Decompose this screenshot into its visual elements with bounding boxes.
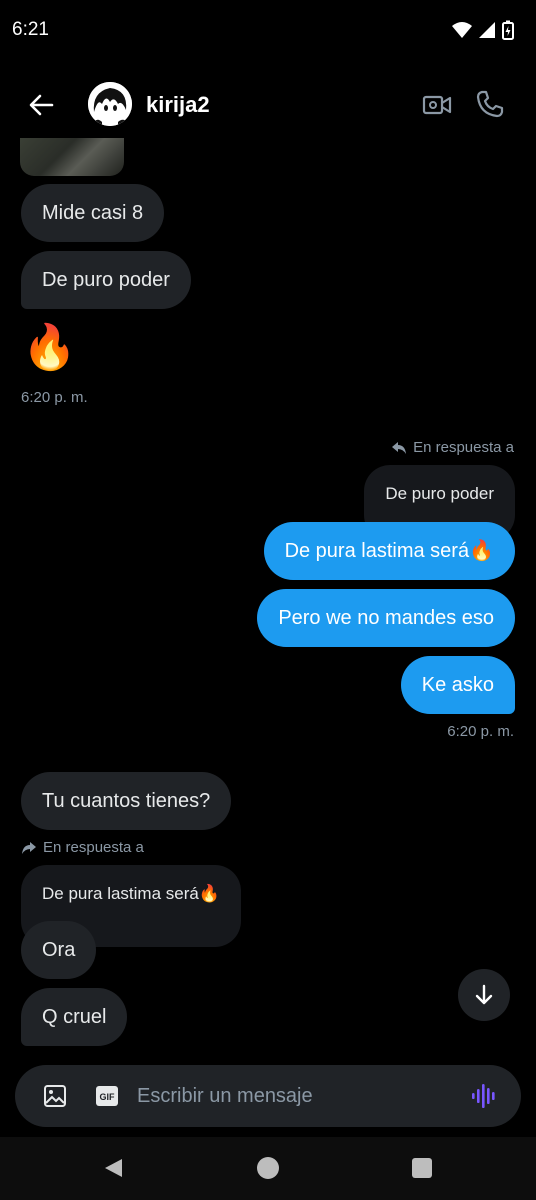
reply-arrow-icon xyxy=(22,841,36,854)
incoming-message[interactable]: Ora xyxy=(21,921,97,979)
incoming-message[interactable]: Tu cuantos tienes? xyxy=(21,772,232,830)
gif-icon[interactable]: GIF xyxy=(95,1084,119,1108)
back-arrow-icon[interactable] xyxy=(26,90,56,120)
signal-icon xyxy=(479,22,495,38)
phone-icon[interactable] xyxy=(474,88,506,120)
nav-back-icon[interactable] xyxy=(102,1157,124,1179)
incoming-message[interactable]: Q cruel xyxy=(21,988,128,1046)
outgoing-message[interactable]: Pero we no mandes eso xyxy=(257,589,515,647)
fire-emoji-message[interactable]: 🔥 xyxy=(22,323,77,373)
message-composer: GIF xyxy=(15,1065,521,1127)
reply-label: En respuesta a xyxy=(391,439,514,456)
message-timestamp: 6:20 p. m. xyxy=(21,389,88,406)
scroll-to-bottom-button[interactable] xyxy=(458,969,510,1021)
wifi-icon xyxy=(452,22,472,38)
avatar[interactable] xyxy=(88,82,132,126)
image-message-thumbnail[interactable] xyxy=(20,138,124,176)
reply-label-text: En respuesta a xyxy=(413,439,514,456)
image-icon[interactable] xyxy=(43,1084,67,1108)
nav-home-icon[interactable] xyxy=(257,1157,279,1179)
reply-label-text: En respuesta a xyxy=(43,839,144,856)
arrow-down-icon xyxy=(475,984,493,1005)
conversation-header: kirija2 xyxy=(0,72,536,138)
incoming-message[interactable]: De puro poder xyxy=(21,251,191,309)
svg-text:GIF: GIF xyxy=(100,1092,116,1102)
outgoing-message[interactable]: Ke asko xyxy=(400,656,515,714)
message-input[interactable] xyxy=(137,1077,457,1115)
username[interactable]: kirija2 xyxy=(146,92,210,118)
system-navigation-bar xyxy=(0,1137,536,1200)
reply-arrow-icon xyxy=(392,441,407,454)
conversation[interactable]: Mide casi 8 De puro poder 🔥 6:20 p. m. E… xyxy=(0,138,536,1058)
nav-recents-icon[interactable] xyxy=(412,1158,432,1178)
status-time: 6:21 xyxy=(12,19,49,40)
video-call-icon[interactable] xyxy=(420,90,454,120)
outgoing-message[interactable]: De pura lastima será🔥 xyxy=(263,522,515,580)
reply-label: En respuesta a xyxy=(21,839,144,856)
voice-icon[interactable] xyxy=(471,1083,499,1109)
incoming-message[interactable]: Mide casi 8 xyxy=(21,184,165,242)
status-bar: 6:21 xyxy=(0,0,536,60)
message-timestamp: 6:20 p. m. xyxy=(447,723,514,740)
battery-icon xyxy=(502,20,514,40)
status-icons xyxy=(452,20,514,40)
